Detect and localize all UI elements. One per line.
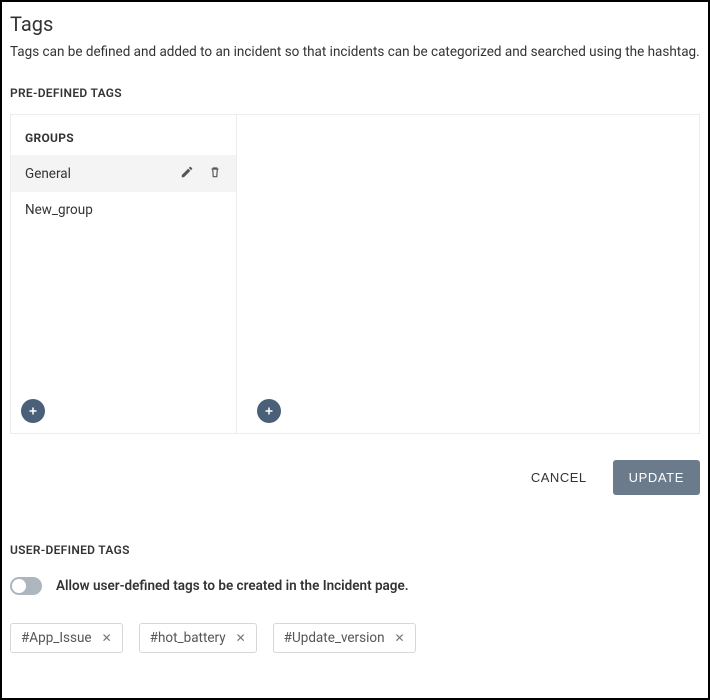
group-item-label: New_group: [25, 202, 222, 218]
user-tag-chip[interactable]: #hot_battery ✕: [139, 623, 257, 653]
page-description: Tags can be defined and added to an inci…: [10, 44, 700, 60]
page-title: Tags: [10, 12, 700, 36]
predefined-tags-panel: GROUPS General New_group: [10, 114, 700, 434]
action-row: CANCEL UPDATE: [10, 460, 700, 495]
group-item-general[interactable]: General: [11, 155, 236, 192]
allow-user-tags-toggle[interactable]: [10, 577, 42, 595]
groups-column: GROUPS General New_group: [11, 115, 237, 433]
delete-icon[interactable]: [208, 165, 222, 182]
cancel-button[interactable]: CANCEL: [525, 469, 593, 486]
close-icon[interactable]: ✕: [395, 631, 405, 645]
toggle-knob: [12, 579, 26, 593]
update-button[interactable]: UPDATE: [613, 460, 700, 495]
groups-header: GROUPS: [11, 115, 236, 155]
predefined-tags-heading: PRE-DEFINED TAGS: [10, 86, 700, 100]
user-tag-label: #App_Issue: [21, 630, 92, 646]
user-tag-chip[interactable]: #Update_version ✕: [273, 623, 416, 653]
close-icon[interactable]: ✕: [236, 631, 246, 645]
user-tag-label: #Update_version: [284, 630, 385, 646]
group-tags-column: [237, 115, 699, 433]
user-tag-chip[interactable]: #App_Issue ✕: [10, 623, 123, 653]
user-defined-tags-section: USER-DEFINED TAGS Allow user-defined tag…: [10, 543, 700, 653]
group-item-new-group[interactable]: New_group: [11, 192, 236, 228]
edit-icon[interactable]: [180, 165, 194, 182]
user-tag-label: #hot_battery: [150, 630, 226, 646]
allow-user-tags-label: Allow user-defined tags to be created in…: [56, 578, 409, 594]
add-group-button[interactable]: [21, 399, 45, 423]
add-tag-button[interactable]: [257, 399, 281, 423]
user-defined-tags-heading: USER-DEFINED TAGS: [10, 543, 700, 557]
user-tag-chips: #App_Issue ✕ #hot_battery ✕ #Update_vers…: [10, 623, 700, 653]
close-icon[interactable]: ✕: [102, 631, 112, 645]
group-item-label: General: [25, 166, 180, 182]
